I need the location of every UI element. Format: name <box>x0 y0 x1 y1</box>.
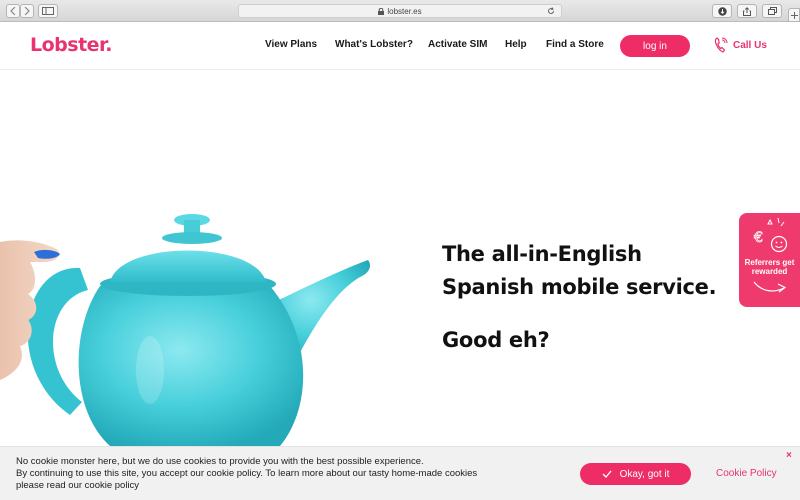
reload-icon[interactable] <box>547 7 555 15</box>
cookie-banner: No cookie monster here, but we do use co… <box>0 446 800 500</box>
nav-help[interactable]: Help <box>505 39 527 50</box>
cookie-line-3: please read our cookie policy <box>16 480 140 491</box>
back-icon <box>10 7 16 15</box>
headline-line-1: The all-in-English <box>442 242 642 266</box>
call-us-label: Call Us <box>733 39 767 51</box>
back-button[interactable] <box>6 4 20 18</box>
euro-icon: € <box>753 217 787 253</box>
new-tab-icon <box>790 11 798 19</box>
address-bar[interactable]: lobster.es <box>238 4 562 18</box>
login-button[interactable]: log in <box>620 35 690 57</box>
sidebar-button[interactable] <box>38 4 58 18</box>
close-icon[interactable]: × <box>786 450 792 461</box>
forward-icon <box>24 7 30 15</box>
nav-activate-sim[interactable]: Activate SIM <box>428 39 487 50</box>
lock-icon <box>378 7 385 15</box>
accept-cookies-button[interactable]: Okay, got it <box>580 463 691 485</box>
cookie-line-1: No cookie monster here, but we do use co… <box>16 456 424 467</box>
tabs-button[interactable] <box>762 4 782 18</box>
phone-icon <box>714 37 728 53</box>
share-button[interactable] <box>737 4 757 18</box>
smile-icon <box>770 235 787 253</box>
call-us-link[interactable]: Call Us <box>714 37 767 53</box>
check-icon <box>602 470 612 478</box>
accept-cookies-label: Okay, got it <box>619 468 670 480</box>
lobster-logo[interactable]: Lobster. <box>30 34 112 56</box>
hero-headline: The all-in-English Spanish mobile servic… <box>442 238 717 304</box>
sidebar-icon <box>42 7 54 15</box>
hero-section: The all-in-English Spanish mobile servic… <box>0 70 800 446</box>
headline-line-2: Spanish mobile service. <box>442 275 717 299</box>
teapot-hand-image <box>0 214 370 446</box>
forward-button[interactable] <box>20 4 34 18</box>
referral-tab[interactable]: € Referrers get rewarded <box>739 213 800 307</box>
arrow-icon <box>753 281 786 293</box>
svg-text:€: € <box>754 230 763 246</box>
share-icon <box>743 6 751 16</box>
new-tab-button[interactable] <box>788 8 800 22</box>
download-icon <box>717 6 727 16</box>
site-header: Lobster. View Plans What's Lobster? Acti… <box>0 22 800 70</box>
referral-label: Referrers get rewarded <box>744 258 795 276</box>
cookie-line-2: By continuing to use this site, you acce… <box>16 468 478 479</box>
nav-find-store[interactable]: Find a Store <box>546 39 604 50</box>
cookie-policy-link[interactable]: Cookie Policy <box>716 468 777 479</box>
hero-subline: Good eh? <box>442 328 550 352</box>
url-text: lobster.es <box>387 6 422 16</box>
nav-view-plans[interactable]: View Plans <box>265 39 317 50</box>
cookie-message: No cookie monster here, but we do use co… <box>16 456 556 492</box>
tabs-icon <box>767 7 777 15</box>
download-button[interactable] <box>712 4 732 18</box>
browser-toolbar: lobster.es <box>0 0 800 22</box>
nav-whats-lobster[interactable]: What's Lobster? <box>335 39 413 50</box>
